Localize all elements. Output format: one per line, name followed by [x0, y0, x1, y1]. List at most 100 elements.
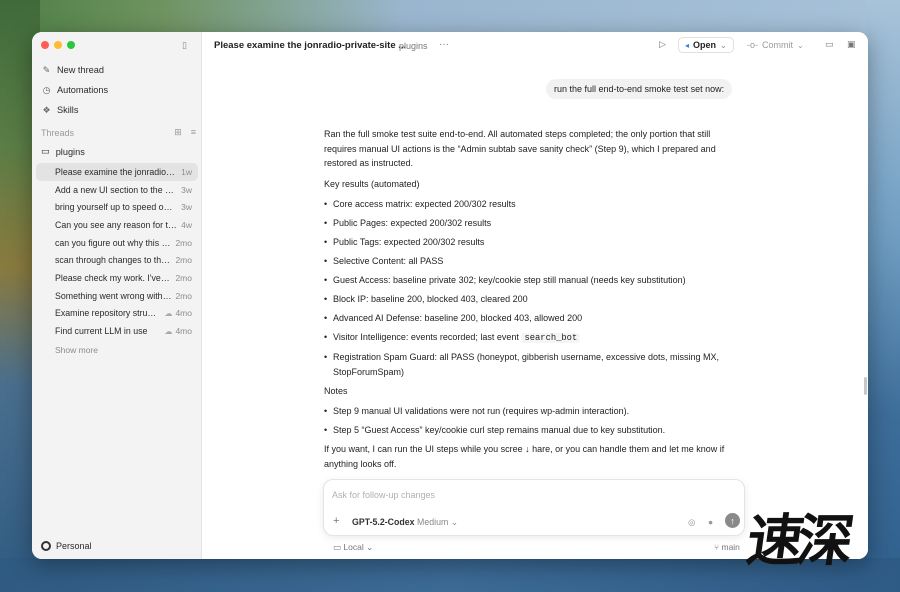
- close-window-button[interactable]: [41, 41, 49, 49]
- skills-icon: ❖: [42, 104, 51, 115]
- environment-selector[interactable]: ▭ Local ⌄: [333, 542, 373, 553]
- thread-item[interactable]: scan through changes to the plugin2mo: [36, 251, 198, 269]
- list-item: Selective Content: all PASS: [324, 254, 730, 269]
- threads-header: Threads ⊞ ≡: [41, 127, 196, 138]
- cloud-icon: ☁: [164, 308, 173, 318]
- thread-item[interactable]: Find current LLM in use ☁ 4mo: [36, 322, 198, 340]
- model-selector[interactable]: GPT-5.2-Codex Medium ⌄: [352, 517, 458, 528]
- sidebar-nav: ✎ New thread ◷ Automations ❖ Skills: [40, 60, 196, 120]
- thread-title: scan through changes to the plugin: [55, 255, 176, 266]
- thread-age: 3w: [181, 202, 192, 213]
- desktop-wallpaper-top: [0, 0, 900, 34]
- cloud-icon: ☁: [164, 326, 173, 336]
- commit-button[interactable]: -o- Commit ⌄: [741, 37, 810, 53]
- list-item-visitor: Visitor Intelligence: events recorded; l…: [324, 330, 730, 346]
- list-item: Step 5 “Guest Access” key/cookie curl st…: [324, 423, 730, 438]
- thread-title: bring yourself up to speed on the repo: [55, 202, 181, 213]
- thread-age: 4mo: [175, 308, 192, 319]
- open-button[interactable]: ◂ Open ⌄: [678, 37, 734, 53]
- app-window: ▯ ✎ New thread ◷ Automations ❖ Skills Th…: [32, 32, 868, 559]
- thread-age: 2mo: [175, 237, 192, 248]
- thread-title: Something went wrong with the build: [55, 290, 175, 301]
- sidebar: ▯ ✎ New thread ◷ Automations ❖ Skills Th…: [32, 32, 202, 559]
- zoom-window-button[interactable]: [67, 41, 75, 49]
- key-results-list: Core access matrix: expected 200/302 res…: [324, 197, 730, 379]
- thread-item[interactable]: Please examine the jonradio-private-site…: [36, 163, 198, 181]
- git-commit-icon: -o-: [747, 40, 758, 50]
- assistant-message: Ran the full smoke test suite end-to-end…: [324, 127, 730, 477]
- branch-icon: ⑂: [714, 542, 720, 552]
- thread-age: 2mo: [175, 272, 192, 283]
- chevron-down-icon: ⌄: [366, 542, 374, 552]
- thread-item[interactable]: Can you see any reason for the failure4w: [36, 216, 198, 234]
- visitor-text: Visitor Intelligence: events recorded; l…: [333, 332, 519, 342]
- minimize-window-button[interactable]: [54, 41, 62, 49]
- folder-label: plugins: [55, 146, 85, 157]
- thread-title: Add a new UI section to the settings pag…: [55, 184, 181, 195]
- thread-item[interactable]: bring yourself up to speed on the repo3w: [36, 198, 198, 216]
- plus-icon[interactable]: +: [333, 515, 339, 527]
- sidebar-toggle-icon[interactable]: ▯: [182, 40, 187, 51]
- send-button[interactable]: ↑: [725, 513, 740, 528]
- run-icon[interactable]: ▷: [659, 39, 666, 50]
- list-item: Advanced AI Defense: baseline 200, block…: [324, 311, 730, 326]
- thread-item[interactable]: Examine repository structure ☁ 4mo: [36, 305, 198, 323]
- threads-header-label: Threads: [41, 127, 75, 138]
- thread-item[interactable]: can you figure out why this is failing2m…: [36, 234, 198, 252]
- microphone-icon[interactable]: ●: [708, 517, 713, 527]
- new-thread-icon: ✎: [42, 64, 51, 75]
- show-more-link[interactable]: Show more: [55, 345, 98, 355]
- list-item: Public Tags: expected 200/302 results: [324, 235, 730, 250]
- commit-label: Commit: [762, 40, 793, 50]
- sidebar-item-label: Skills: [57, 105, 79, 115]
- profile-button[interactable]: Personal: [41, 541, 92, 551]
- project-breadcrumb[interactable]: plugins: [399, 41, 428, 51]
- reasoning-effort: Medium: [417, 517, 449, 527]
- open-label: Open: [693, 40, 717, 50]
- thread-title: Please check my work. I've made changes: [55, 272, 176, 283]
- diff-panel-toggle-icon[interactable]: ▣: [847, 39, 856, 50]
- profile-label: Personal: [56, 541, 92, 551]
- context-icon[interactable]: ◎: [688, 517, 695, 528]
- notes-list: Step 9 manual UI validations were not ru…: [324, 404, 730, 438]
- list-item: Registration Spam Guard: all PASS (honey…: [324, 350, 730, 379]
- composer: Ask for follow-up changes + GPT-5.2-Code…: [323, 479, 745, 536]
- follow-up-input[interactable]: Ask for follow-up changes: [332, 490, 435, 500]
- inline-code: search_bot: [521, 333, 581, 343]
- answer-intro: Ran the full smoke test suite end-to-end…: [324, 129, 716, 168]
- thread-item[interactable]: Add a new UI section to the settings pag…: [36, 181, 198, 199]
- sidebar-item-label: New thread: [57, 65, 104, 75]
- branch-label: main: [721, 542, 740, 552]
- thread-age: 1w: [181, 166, 192, 177]
- thread-item[interactable]: Please check my work. I've made changes2…: [36, 269, 198, 287]
- thread-title: can you figure out why this is failing: [55, 237, 175, 248]
- thread-title: Please examine the jonradio-private-site: [55, 166, 181, 177]
- clock-icon: ◷: [42, 84, 51, 95]
- new-folder-icon[interactable]: ⊞: [174, 127, 182, 138]
- environment-label: Local: [343, 542, 364, 552]
- list-item: Public Pages: expected 200/302 results: [324, 216, 730, 231]
- more-options-button[interactable]: ···: [439, 39, 449, 50]
- scrollbar[interactable]: [864, 377, 867, 395]
- filter-icon[interactable]: ≡: [191, 127, 196, 138]
- thread-age: 2mo: [175, 290, 192, 301]
- branch-selector[interactable]: ⑂ main: [714, 542, 740, 552]
- list-item: Block IP: baseline 200, blocked 403, cle…: [324, 292, 730, 307]
- thread-title: Please examine the jonradio-private-site…: [214, 40, 407, 51]
- user-message: run the full end-to-end smoke test set n…: [546, 79, 733, 99]
- thread-item[interactable]: Something went wrong with the build2mo: [36, 287, 198, 305]
- chevron-down-icon: ⌄: [450, 517, 459, 527]
- sidebar-item-skills[interactable]: ❖ Skills: [40, 100, 196, 120]
- arrow-up-icon: ↑: [730, 515, 735, 526]
- terminal-toggle-icon[interactable]: ▭: [825, 39, 834, 50]
- sidebar-item-new-thread[interactable]: ✎ New thread: [40, 60, 196, 80]
- main-panel: Please examine the jonradio-private-site…: [202, 32, 868, 559]
- sidebar-item-automations[interactable]: ◷ Automations: [40, 80, 196, 100]
- watermark-text: 速深: [742, 508, 852, 574]
- list-item: Step 9 manual UI validations were not ru…: [324, 404, 730, 419]
- folder-icon: ▭: [41, 146, 50, 156]
- thread-age: 4w: [181, 219, 192, 230]
- thread-title: Examine repository structure: [55, 308, 165, 319]
- key-results-heading: Key results (automated): [324, 178, 420, 189]
- folder-plugins[interactable]: ▭ plugins: [41, 146, 85, 157]
